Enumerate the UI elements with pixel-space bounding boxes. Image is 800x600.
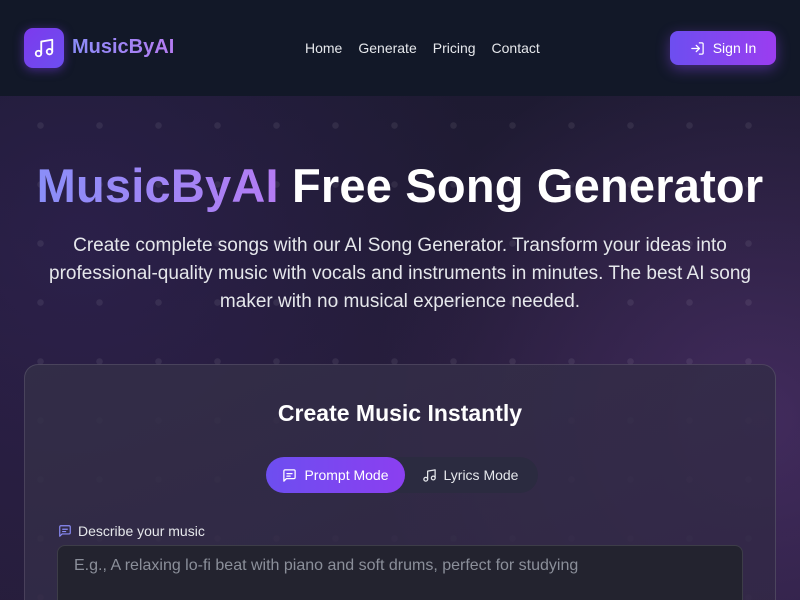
brand-name[interactable]: MusicByAI [72,36,174,59]
message-square-icon [59,525,71,537]
nav-home[interactable]: Home [305,40,342,56]
describe-music-text: Describe your music [78,523,205,539]
nav-pricing[interactable]: Pricing [433,40,476,56]
prompt-mode-tab[interactable]: Prompt Mode [266,457,405,493]
main-nav: Home Generate Pricing Contact [305,40,556,56]
top-nav-bar: MusicByAI Home Generate Pricing Contact … [0,0,800,96]
login-icon [690,41,704,55]
describe-music-label: Describe your music [58,523,205,539]
sign-in-label: Sign In [712,40,757,56]
music-description-input[interactable] [57,545,743,600]
prompt-mode-label: Prompt Mode [304,467,389,483]
hero-subtitle: Create complete songs with our AI Song G… [49,235,751,312]
nav-contact[interactable]: Contact [492,40,540,56]
hero-title: MusicByAI Free Song Generator [0,158,800,213]
sign-in-button[interactable]: Sign In [670,31,776,65]
music-note-icon [422,468,436,482]
hero-title-rest: Free Song Generator [278,159,764,212]
logo[interactable] [24,28,64,68]
hero-title-highlight: MusicByAI [36,159,279,212]
lyrics-mode-label: Lyrics Mode [443,467,519,483]
music-note-icon [34,38,54,58]
card-title: Create Music Instantly [277,400,523,426]
nav-generate[interactable]: Generate [358,40,416,56]
message-square-icon [283,468,297,482]
lyrics-mode-tab[interactable]: Lyrics Mode [410,457,530,493]
